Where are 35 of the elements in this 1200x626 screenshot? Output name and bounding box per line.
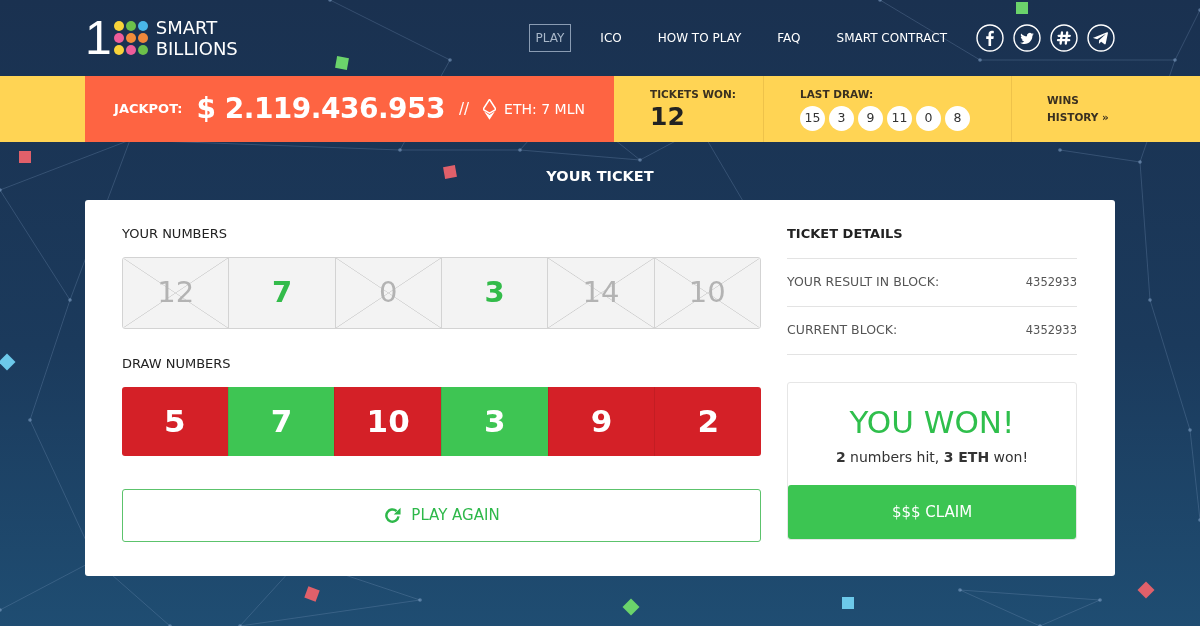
draw-ball: 3 bbox=[829, 105, 854, 131]
draw-numbers-heading: DRAW NUMBERS bbox=[122, 355, 232, 372]
jackpot-amount: $ 2.119.436.953 bbox=[196, 91, 445, 127]
tickets-won-label: TICKETS WON: bbox=[650, 87, 737, 103]
tickets-won-count: 12 bbox=[650, 103, 686, 131]
detail-label: YOUR RESULT IN BLOCK: bbox=[787, 273, 940, 292]
win-summary: 2 numbers hit, 3 ETH won! bbox=[834, 449, 1030, 466]
draw-number-cell: 2 bbox=[654, 387, 761, 456]
section-title: YOUR TICKET bbox=[545, 167, 655, 185]
detail-value: 4352933 bbox=[1025, 321, 1077, 339]
last-draw-label: LAST DRAW: bbox=[800, 87, 875, 103]
draw-number-cell: 5 bbox=[122, 387, 228, 456]
detail-value: 4352933 bbox=[1025, 273, 1077, 291]
draw-number-cell: 9 bbox=[547, 387, 655, 456]
draw-number-cell: 10 bbox=[334, 387, 441, 456]
crossed-number-cell: 14 bbox=[547, 258, 654, 328]
draw-ball: 9 bbox=[858, 105, 883, 131]
crossed-number-cell: 12 bbox=[123, 258, 229, 328]
draw-ball: 15 bbox=[800, 105, 825, 131]
draw-ball: 0 bbox=[916, 105, 941, 131]
matched-number-cell: 7 bbox=[228, 258, 335, 328]
your-numbers-heading: YOUR NUMBERS bbox=[122, 225, 228, 242]
eth-jackpot-text: ETH: 7 MLN bbox=[504, 99, 585, 119]
draw-number-cell: 3 bbox=[441, 387, 548, 456]
ticket-details-heading: TICKET DETAILS bbox=[787, 225, 1077, 259]
crossed-number-cell: 0 bbox=[334, 258, 441, 328]
separator-text: // bbox=[459, 98, 470, 120]
draw-ball: 11 bbox=[887, 105, 912, 131]
matched-number-cell: 3 bbox=[441, 258, 548, 328]
crossed-number-cell: 10 bbox=[653, 258, 760, 328]
detail-label: CURRENT BLOCK: bbox=[787, 321, 898, 340]
draw-number-cell: 7 bbox=[227, 387, 335, 456]
win-headline: YOU WON! bbox=[848, 404, 1016, 440]
draw-ball: 8 bbox=[945, 105, 970, 131]
jackpot-label: JACKPOT: bbox=[114, 100, 183, 119]
